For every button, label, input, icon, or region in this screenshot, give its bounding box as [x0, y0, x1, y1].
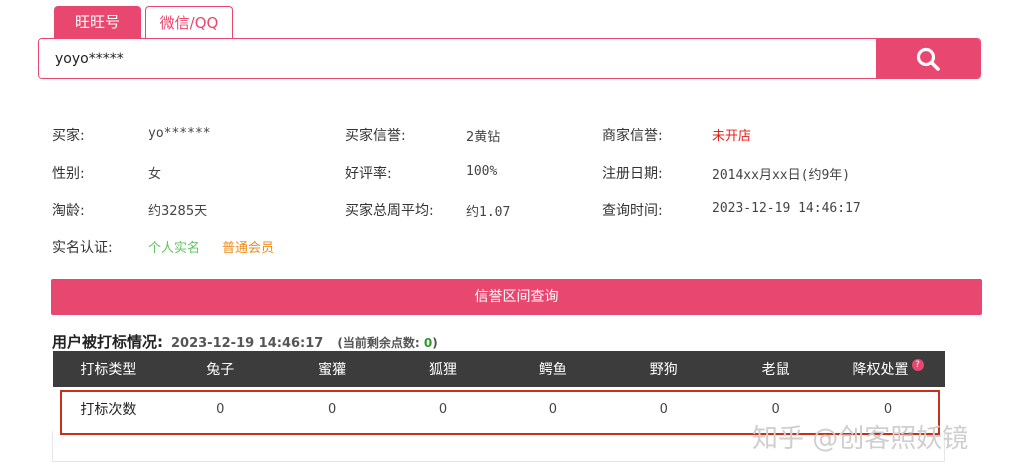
table-header-row: 打标类型 兔子 蜜獾 狐狸 鳄鱼 野狗 老鼠 降权处置? [52, 351, 945, 387]
header-honey-badger: 蜜獾 [276, 351, 389, 387]
credit-range-query-button[interactable]: 信誉区间查询 [51, 279, 982, 315]
search-bar [38, 38, 981, 79]
search-input[interactable] [39, 39, 876, 78]
remaining-points: (当前剩余点数: 0) [337, 336, 437, 350]
buyer-value: yo****** [148, 126, 211, 141]
member-level-value: 普通会员 [222, 241, 275, 256]
seller-credit-value: 未开店 [712, 129, 752, 144]
buyer-credit-value: 2黄钻 [466, 130, 501, 145]
search-button[interactable] [876, 39, 980, 78]
header-rabbit: 兔子 [164, 351, 277, 387]
reg-date-label: 注册日期: [602, 166, 663, 182]
header-mark-type: 打标类型 [52, 351, 165, 387]
seller-credit-label: 商家信誉: [602, 128, 663, 144]
realname-value: 个人实名 [148, 241, 201, 256]
help-icon[interactable]: ? [911, 359, 924, 371]
buyer-label: 买家: [52, 128, 85, 144]
remaining-points-prefix: (当前剩余点数: [337, 336, 420, 350]
mark-status-line: 用户被打标情况: 2023-12-19 14:46:17 (当前剩余点数: 0) [52, 331, 438, 352]
buyer-credit-label: 买家信誉: [345, 128, 406, 144]
taobao-age-value: 约3285天 [148, 204, 208, 219]
tab-wechat-qq[interactable]: 微信/QQ [145, 6, 233, 38]
remaining-points-suffix: ) [432, 336, 438, 350]
gender-value: 女 [148, 167, 162, 182]
search-type-tabs: 旺旺号 微信/QQ [54, 6, 233, 38]
remaining-points-value: 0 [423, 336, 433, 350]
header-demotion-label: 降权处置 [852, 362, 909, 378]
tab-wangwang[interactable]: 旺旺号 [54, 6, 141, 38]
positive-rate-label: 好评率: [345, 166, 392, 182]
watermark: 知乎 @创客照妖镜 [752, 424, 969, 454]
header-crocodile: 鳄鱼 [497, 351, 608, 387]
weekly-avg-value: 约1.07 [466, 205, 511, 220]
header-rat: 老鼠 [719, 351, 832, 387]
search-icon [916, 47, 940, 71]
realname-label: 实名认证: [52, 240, 113, 256]
header-demotion: 降权处置? [831, 351, 945, 387]
mark-status-time: 2023-12-19 14:46:17 [171, 336, 324, 351]
header-fox: 狐狸 [388, 351, 498, 387]
query-time-label: 查询时间: [602, 203, 663, 219]
query-time-value: 2023-12-19 14:46:17 [712, 201, 861, 216]
reg-date-value: 2014xx月xx日(约9年) [712, 168, 851, 183]
weekly-avg-label: 买家总周平均: [345, 203, 434, 219]
header-wild-dog: 野狗 [607, 351, 720, 387]
gender-label: 性别: [52, 166, 85, 182]
positive-rate-value: 100% [466, 164, 498, 179]
taobao-age-label: 淘龄: [52, 203, 85, 219]
mark-status-title: 用户被打标情况: [52, 333, 163, 351]
